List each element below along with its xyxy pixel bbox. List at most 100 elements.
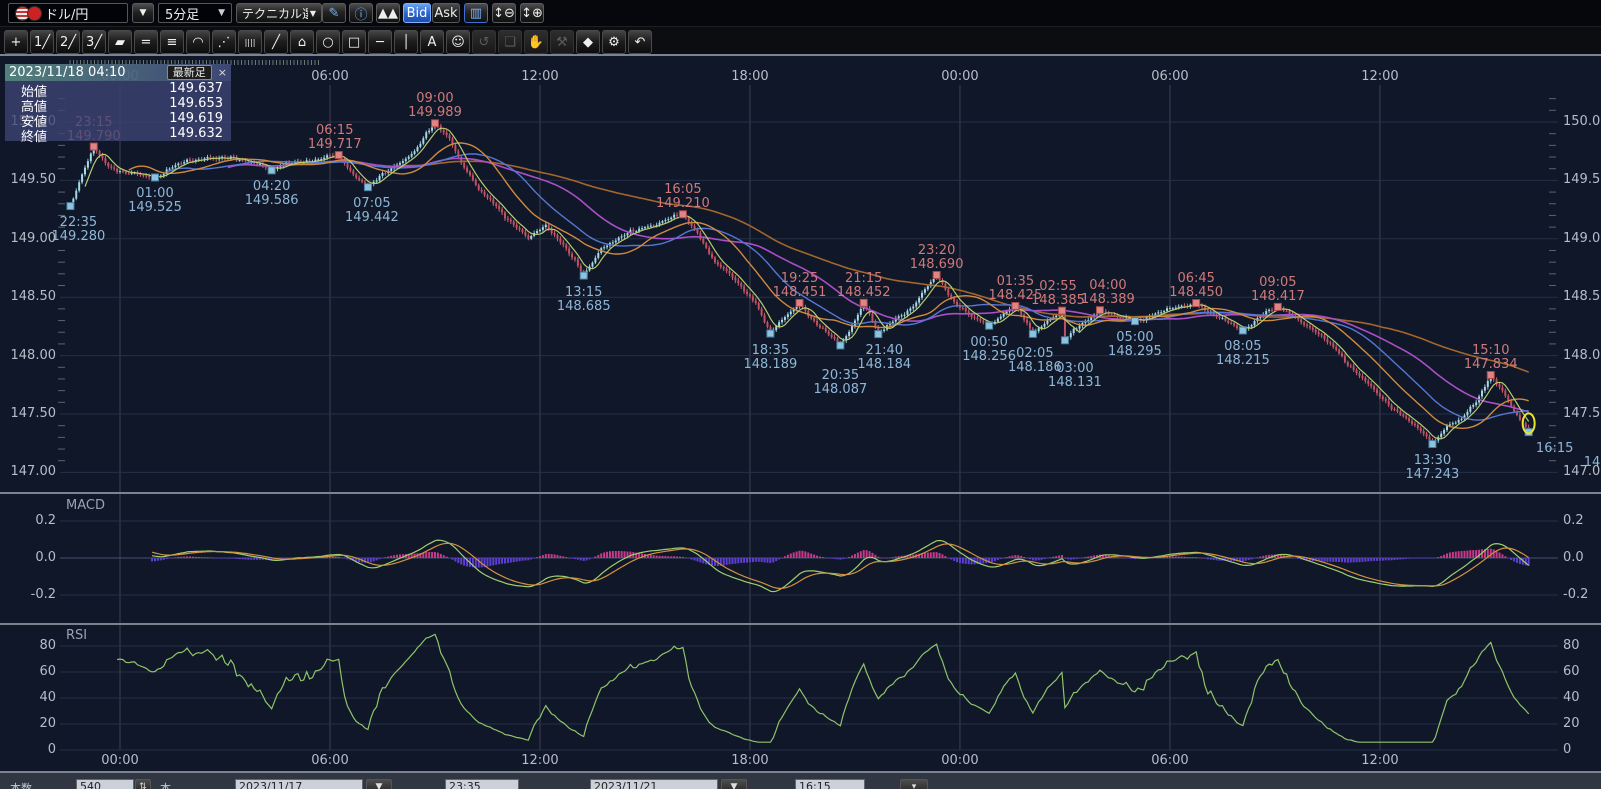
volume-bars-button[interactable]: ▥	[464, 3, 488, 23]
fibo-retracement-tool[interactable]: =	[134, 30, 158, 54]
ohlc-info-box: 2023/11/18 04:10 最新足 × 始値149.637 高値149.6…	[5, 64, 231, 141]
vertical-zoom-in-button[interactable]: ↕⊕	[520, 3, 544, 23]
swing-price-label: 148.295	[1087, 345, 1183, 359]
ruler-tool[interactable]: ▰	[108, 30, 132, 54]
chevron-down-icon: ▼	[140, 8, 147, 18]
hand-tool: ✋	[524, 30, 548, 54]
gann-fan-tool-icon: ╱	[272, 35, 280, 50]
macd-rsi-divider[interactable]	[0, 623, 1601, 625]
undo-tool[interactable]: ↶	[628, 30, 652, 54]
interval-dropdown[interactable]: 5分足 ▼	[158, 3, 232, 23]
area-chart-button[interactable]: ▲▲	[376, 3, 400, 23]
horizontal-line-tool[interactable]: ─	[368, 30, 392, 54]
info-button[interactable]: ⓘ	[349, 3, 373, 23]
main-macd-divider[interactable]	[0, 492, 1601, 494]
swing-time-label: 05:00	[1087, 331, 1183, 345]
fibo-timezone-tool[interactable]: ||||	[238, 30, 262, 54]
high-row: 高値149.653	[5, 96, 231, 111]
time-axis-label: 00:00	[928, 753, 992, 768]
open-row: 始値149.637	[5, 81, 231, 96]
swing-time-label: 09:05	[1230, 276, 1326, 290]
vertical-zoom-out-button[interactable]: ↕⊖	[492, 3, 516, 23]
crosshair-tool-icon: +	[11, 35, 22, 50]
end-date-calendar-button[interactable]: ▼	[721, 779, 747, 789]
circle-tool-icon: ○	[322, 35, 333, 50]
swing-time-label: 04:20	[224, 180, 320, 194]
swing-price-label: 148.087	[792, 383, 888, 397]
rollback-tool: ↺	[472, 30, 496, 54]
horizontal-line-tool-icon: ─	[376, 35, 384, 50]
rectangle-tool[interactable]: □	[342, 30, 366, 54]
technical-select-button[interactable]: テクニカル選択 ▼	[236, 3, 322, 23]
fibo-arc-tool[interactable]: ◠	[186, 30, 210, 54]
eraser-tool[interactable]: ◆	[576, 30, 600, 54]
trendline2-tool[interactable]: 2╱	[56, 30, 80, 54]
macd-axis-label: 0.2	[1563, 513, 1601, 528]
trendline3-tool[interactable]: 3╱	[82, 30, 106, 54]
rsi-axis-label: 20	[0, 716, 56, 731]
latest-bar-button[interactable]: 最新足	[167, 65, 212, 80]
macd-axis-label: 0.2	[0, 513, 56, 528]
draw-pencil-button[interactable]: ✎	[322, 3, 346, 23]
parallel-lines-tool-icon: ≡	[167, 35, 178, 50]
chevron-down-icon: ▼	[310, 9, 316, 18]
parallel-lines-tool[interactable]: ≡	[160, 30, 184, 54]
swing-price-label: 147.834	[1443, 358, 1539, 372]
close-label: 終値	[21, 126, 47, 141]
icon-stamp-tool[interactable]: ☺	[446, 30, 470, 54]
swing-time-label: 22:35	[30, 216, 126, 230]
swing-time-label: 02:05	[987, 347, 1083, 361]
fibo-fan-tool-icon: ⋰	[218, 35, 231, 50]
fibo-arc-tool-icon: ◠	[192, 35, 203, 50]
swing-price-label: 149.525	[107, 201, 203, 215]
end-date-input[interactable]: 2023/11/21	[590, 779, 718, 789]
end-time-input[interactable]: 16:15	[795, 779, 865, 789]
swing-time-label: 23:20	[889, 244, 985, 258]
undo-tool-icon: ↶	[635, 35, 646, 50]
ask-button[interactable]: Ask	[432, 3, 460, 23]
price-axis-label: 149.50	[0, 172, 56, 187]
close-icon[interactable]: ×	[218, 66, 227, 79]
open-label: 始値	[21, 81, 47, 96]
vertical-line-tool[interactable]: │	[394, 30, 418, 54]
high-value: 149.653	[169, 96, 223, 111]
technical-label: テクニカル選択	[242, 5, 308, 22]
time-axis-label: 18:00	[718, 69, 782, 84]
symbol-dropdown-button[interactable]: ▼	[132, 3, 154, 23]
range-apply-button[interactable]: ▾	[900, 779, 928, 789]
rsi-panel-canvas[interactable]	[0, 625, 1601, 771]
pentagon-tool[interactable]: ⌂	[290, 30, 314, 54]
swing-price-label: 148.417	[1230, 290, 1326, 304]
price-axis-label: 147.50	[0, 406, 56, 421]
low-label: 安値	[21, 111, 47, 126]
vertical-zoom-in-icon: ↕⊕	[521, 6, 543, 21]
start-date-input[interactable]: 2023/11/17	[235, 779, 363, 789]
settings-tool[interactable]: ⚙	[602, 30, 626, 54]
bar-count-input[interactable]: 540	[76, 779, 134, 789]
symbol-label: ドル/円	[45, 4, 88, 23]
swing-price-label: 149.210	[635, 197, 731, 211]
eraser-tool-icon: ◆	[583, 35, 593, 50]
fibo-fan-tool[interactable]: ⋰	[212, 30, 236, 54]
bottom-range-bar: 本数 540 ⇅ 本 2023/11/17 ▼ 23:35 2023/11/21…	[0, 773, 1601, 789]
swing-time-label: 04:00	[1060, 279, 1156, 293]
swing-price-label: 147.345	[1563, 456, 1601, 470]
trendline1-tool[interactable]: 1╱	[30, 30, 54, 54]
text-tool[interactable]: A	[420, 30, 444, 54]
macd-panel-canvas[interactable]	[0, 494, 1601, 623]
start-date-calendar-button[interactable]: ▼	[366, 779, 392, 789]
bid-button[interactable]: Bid	[403, 3, 431, 23]
chevron-down-icon: ▼	[218, 8, 225, 18]
start-time-input[interactable]: 23:35	[445, 779, 519, 789]
gann-fan-tool[interactable]: ╱	[264, 30, 288, 54]
swing-time-label: 21:40	[836, 344, 932, 358]
pentagon-tool-icon: ⌂	[298, 35, 306, 50]
time-axis-label: 12:00	[1348, 753, 1412, 768]
vertical-line-tool-icon: │	[402, 35, 410, 50]
bar-datetime: 2023/11/18 04:10	[9, 65, 126, 80]
bar-count-spinner[interactable]: ⇅	[135, 779, 151, 789]
circle-tool[interactable]: ○	[316, 30, 340, 54]
symbol-selector[interactable]: ドル/円	[8, 3, 128, 23]
crosshair-tool[interactable]: +	[4, 30, 28, 54]
time-axis-label: 12:00	[1348, 69, 1412, 84]
